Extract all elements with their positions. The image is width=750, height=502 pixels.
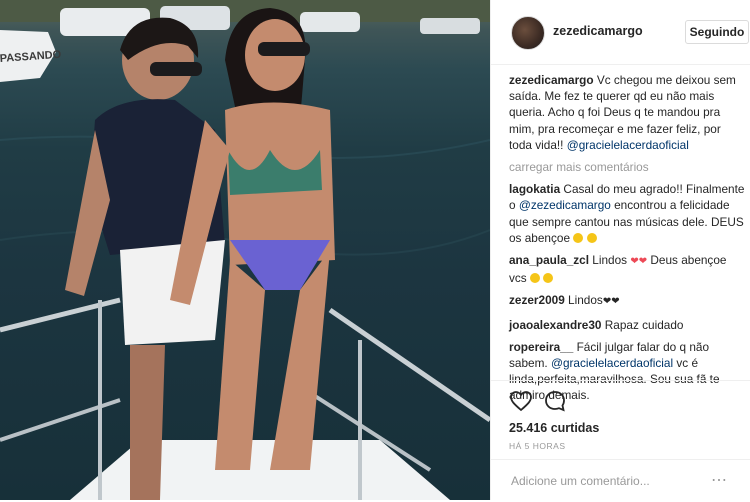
background-boat [420, 18, 480, 34]
comment-text: Lindos [568, 293, 603, 308]
post-details-panel: zezedicamargo Seguindo zezedicamargo Vc … [490, 0, 750, 500]
comment-mention[interactable]: @gracielelacerdaoficial [551, 356, 673, 370]
comment-username[interactable]: lagokatia [509, 182, 560, 196]
heart-outline-icon[interactable] [509, 389, 533, 413]
heart-eyes-emoji-icon [573, 232, 584, 243]
photo-illustration: PASSANDO [0, 0, 490, 500]
comment-mention[interactable]: @zezedicamargo [519, 198, 611, 212]
add-comment-bar: ⋯ [491, 459, 750, 502]
caption: zezedicamargo Vc chegou me deixou sem sa… [509, 72, 745, 153]
caption-username[interactable]: zezedicamargo [509, 73, 594, 87]
praying-hands-emoji-icon [543, 273, 554, 284]
caption-mention[interactable]: @gracielelacerdaoficial [567, 138, 689, 152]
comment-item: zezer2009 Lindos❤❤ [509, 292, 745, 310]
comment-username[interactable]: zezer2009 [509, 293, 565, 307]
load-more-comments-link[interactable]: carregar mais comentários [509, 159, 745, 175]
comments-section: zezedicamargo Vc chegou me deixou sem sa… [509, 72, 745, 410]
post-timestamp: HÁ 5 HORAS [509, 441, 566, 451]
likes-count[interactable]: 25.416 curtidas [509, 421, 599, 435]
heart-emoji-icon: ❤❤ [630, 256, 648, 268]
background-boat [300, 12, 360, 32]
comment-username[interactable]: ropereira__ [509, 340, 573, 354]
post-header: zezedicamargo Seguindo [491, 0, 750, 65]
comment-username[interactable]: joaoalexandre30 [509, 318, 601, 332]
praying-hands-emoji-icon [529, 273, 540, 284]
post-author-username[interactable]: zezedicamargo [553, 24, 643, 38]
user-avatar[interactable] [511, 16, 545, 50]
add-comment-input[interactable] [509, 470, 713, 492]
railing [328, 307, 490, 423]
comment-item: lagokatia Casal do meu agrado!! Finalmen… [509, 181, 745, 246]
woman-figure [170, 8, 335, 470]
post-actions: 25.416 curtidas HÁ 5 HORAS ⋯ [491, 380, 750, 501]
smiling-face-emoji-icon [586, 232, 597, 243]
comment-text: Rapaz cuidado [604, 317, 684, 332]
comment-username[interactable]: ana_paula_zcl [509, 253, 589, 267]
following-button[interactable]: Seguindo [685, 20, 749, 44]
instagram-post-view: PASSANDO zezedicamargo Seguindo zezedica… [0, 0, 750, 500]
comment-bubble-icon[interactable] [543, 389, 567, 413]
black-heart-emoji-icon: ❤❤ [602, 296, 620, 308]
comment-text: Lindos [592, 253, 628, 268]
comment-item: ana_paula_zcl Lindos ❤❤ Deus abençoe vcs [509, 252, 745, 286]
more-options-icon[interactable]: ⋯ [711, 470, 728, 490]
comment-item: joaoalexandre30 Rapaz cuidado [509, 317, 745, 333]
yacht-deck [70, 440, 450, 500]
post-photo[interactable]: PASSANDO [0, 0, 490, 500]
